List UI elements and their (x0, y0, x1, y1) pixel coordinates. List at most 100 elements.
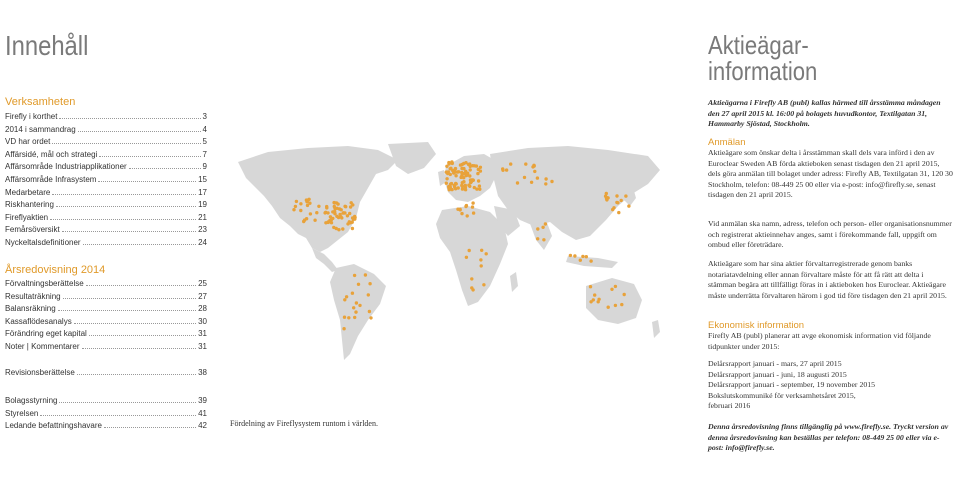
right-title: Aktieägar- information (708, 32, 817, 84)
toc-item-label: Bolagsstyrning (5, 396, 58, 405)
toc-item[interactable]: Kassaflödesanalys 30 (5, 317, 207, 330)
system-location-dot (531, 165, 535, 169)
toc-list-revision: Revisionsberättelse 38 (5, 368, 207, 381)
toc-item[interactable]: VD har ordet 5 (5, 137, 207, 150)
heading-ekonomisk-information: Ekonomisk information (708, 320, 805, 331)
toc-item[interactable]: Riskhantering 19 (5, 200, 207, 213)
system-location-dot (467, 248, 471, 253)
toc-leader-dots (99, 155, 201, 157)
system-location-dot (334, 226, 338, 231)
system-location-dot (353, 315, 357, 320)
toc-item-label: Nyckeltalsdefinitioner (5, 237, 81, 247)
toc-item[interactable]: Affärsområde Infrasystem 15 (5, 175, 207, 188)
paragraph-ekonomisk-information: Firefly AB (publ) planerar att avge ekon… (708, 331, 931, 351)
system-location-dot (550, 179, 554, 184)
system-location-dot (589, 300, 593, 304)
toc-item-page: 4 (202, 124, 207, 134)
system-location-dot (339, 208, 343, 212)
toc-leader-dots (77, 130, 201, 132)
toc-item-page: 24 (198, 237, 207, 247)
system-location-dot (479, 264, 483, 268)
toc-item-label: VD har ordet (5, 137, 51, 147)
system-location-dot (484, 252, 488, 256)
toc-item-page: 15 (198, 174, 207, 184)
toc-item[interactable]: 2014 i sammandrag 4 (5, 125, 207, 138)
system-location-dot (352, 306, 356, 310)
toc-item-page: 31 (198, 329, 207, 339)
system-location-dot (348, 221, 353, 225)
toc-leader-dots (85, 285, 197, 286)
system-location-dot (617, 210, 621, 215)
system-location-dot (463, 172, 467, 176)
system-location-dot (568, 253, 573, 258)
system-location-dot (593, 293, 597, 297)
toc-item[interactable]: Bolagsstyrning 39 (5, 396, 207, 409)
toc-leader-dots (88, 335, 197, 337)
toc-item-page: 42 (198, 421, 207, 431)
system-location-dot (463, 188, 468, 192)
toc-item-page: 5 (202, 137, 207, 147)
system-location-dot (605, 198, 609, 202)
system-location-dot (472, 164, 477, 168)
toc-item[interactable]: Ledande befattningshavare 42 (5, 421, 207, 434)
south-america-shape (330, 264, 386, 360)
system-location-dot (292, 208, 296, 212)
toc-item-page: 23 (198, 225, 207, 235)
system-location-dot (584, 255, 588, 259)
system-location-dot (367, 309, 372, 314)
system-location-dot (344, 205, 348, 209)
madagascar-shape (510, 272, 518, 292)
toc-item[interactable]: Nyckeltalsdefinitioner 24 (5, 238, 207, 251)
toc-item[interactable]: Balansräkning 28 (5, 304, 207, 317)
system-location-dot (624, 194, 628, 198)
toc-leader-dots (73, 322, 197, 324)
system-location-dot (581, 254, 585, 259)
system-location-dot (299, 202, 303, 206)
system-location-dot (306, 198, 310, 202)
toc-item-label: Kassaflödesanalys (5, 316, 72, 326)
toc-item[interactable]: Revisionsberättelse 38 (5, 368, 207, 381)
system-location-dot (613, 303, 618, 308)
map-caption: Fördelning av Fireflysystem runtom i vär… (230, 419, 378, 428)
toc-item[interactable]: Resultaträkning 27 (5, 292, 207, 305)
system-location-dot (450, 160, 454, 164)
toc-leader-dots (81, 347, 197, 349)
system-location-dot (604, 191, 608, 196)
toc-item[interactable]: Fireflyaktien 21 (5, 213, 207, 226)
toc-item-page: 17 (198, 187, 207, 197)
system-location-dot (363, 273, 368, 277)
system-location-dot (342, 315, 347, 319)
system-location-dot (615, 200, 619, 205)
toc-item[interactable]: Noter | Kommentarer 31 (5, 342, 207, 355)
world-map (238, 142, 660, 360)
toc-item[interactable]: Medarbetare 17 (5, 188, 207, 201)
toc-list-bolagsstyrning: Bolagsstyrning 39 Styrelsen 41 Ledande befat… (5, 396, 207, 434)
toc-item[interactable]: Förvaltningsberättelse 25 (5, 279, 207, 292)
toc-item[interactable]: Firefly i korthet 3 (5, 112, 207, 125)
toc-leader-dots (76, 374, 197, 375)
toc-item-label: Styrelsen (5, 408, 39, 418)
report-date: Delårsrapport januari - mars, 27 april 2… (708, 359, 842, 368)
toc-item[interactable]: Affärsområde Industriapplikationer 9 (5, 162, 207, 175)
system-location-dot (460, 211, 464, 216)
toc-item[interactable]: Förändring eget kapital 31 (5, 329, 207, 342)
system-location-dot (467, 183, 471, 187)
system-location-dot (304, 217, 309, 221)
toc-leader-dots (59, 118, 201, 119)
toc-item[interactable]: Femårsöversikt 23 (5, 225, 207, 238)
toc-leader-dots (59, 402, 197, 403)
toc-item-page: 31 (198, 341, 207, 351)
toc-item[interactable]: Styrelsen 41 (5, 409, 207, 422)
system-location-dot (325, 206, 329, 210)
system-location-dot (332, 204, 336, 209)
system-location-dot (452, 183, 456, 187)
system-location-dot (343, 298, 347, 302)
toc-item-page: 27 (198, 291, 207, 301)
system-location-dot (341, 227, 345, 231)
toc-leader-dots (61, 231, 197, 233)
toc-item[interactable]: Affärsidé, mål och strategi 7 (5, 150, 207, 163)
toc-item-label: Resultaträkning (5, 291, 61, 301)
system-location-dot (347, 316, 351, 320)
system-location-dot (535, 176, 540, 180)
system-location-dot (606, 305, 610, 309)
